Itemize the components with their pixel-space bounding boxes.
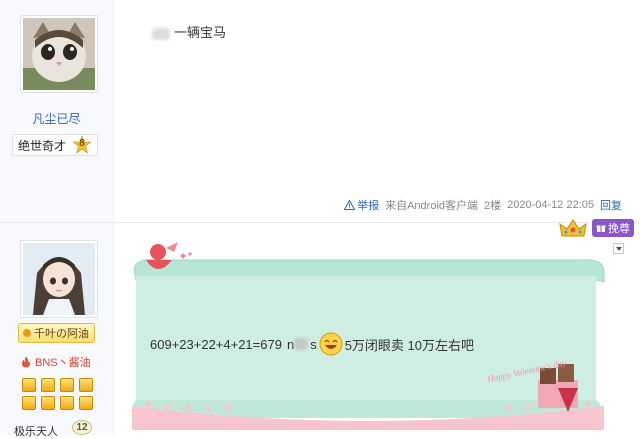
title-badge[interactable]: 绝世奇才 8 [12,134,98,156]
floor-number: 2楼 [484,200,502,212]
next-author-name[interactable]: 极乐天人 [14,423,58,439]
post-meta: 举报 来自Android客户端 2楼 2020-04-12 22:05 回复 [344,197,622,213]
cat-avatar-image [23,18,95,90]
post-content-text: 一辆宝马 [174,25,227,40]
reply-content-partial: n [286,336,295,352]
fan-badge-icon [23,329,31,337]
reply-content-suffix: 5万闭眼卖 10万左右吧 [344,337,474,353]
post-content: 一辆宝马 [152,22,226,41]
vip-button[interactable]: 挽尊 [592,219,634,237]
blurred-text [152,27,170,40]
medal-grid [22,378,93,410]
gift-icon [596,225,606,232]
medal-icon[interactable] [41,378,55,392]
reply-button[interactable]: 回复 [600,197,622,213]
post-divider [0,222,640,223]
report-label: 举报 [357,200,380,212]
dropdown-toggle[interactable] [613,243,624,254]
blurred-text [294,338,309,350]
medal-icon[interactable] [79,396,93,410]
anime-avatar-image [23,243,95,315]
avatar-anime-girl[interactable] [20,240,98,318]
author-name[interactable]: 凡尘已尽 [0,110,113,127]
user-tag-label: BNS丶酱油 [35,357,91,369]
report-button[interactable]: 举报 [344,197,379,213]
reply-content-mid: s [310,336,317,352]
reply-content: 609+23+22+4+21=679 n s 5万闭眼卖 10万左右吧 [150,332,474,356]
medal-icon[interactable] [22,396,36,410]
post-timestamp: 2020-04-12 22:05 [507,199,594,211]
medal-icon[interactable] [60,378,74,392]
reply-content-prefix: 609+23+22+4+21=679 [150,336,282,352]
user-tag[interactable]: BNS丶酱油 [20,354,91,370]
crown-icon [558,218,588,240]
fan-badge[interactable]: 千叶の阿油 [18,323,95,343]
fan-badge-label: 千叶の阿油 [34,328,89,340]
avatar-cat[interactable] [20,15,98,93]
medal-icon[interactable] [60,396,74,410]
warning-icon [344,200,356,210]
client-source: 来自Android客户端 [385,200,479,212]
level-star-icon: 8 [72,135,92,154]
next-author-level: 12 [72,420,92,435]
vip-label: 挽尊 [608,223,630,235]
laughing-emoji-icon [319,332,343,356]
medal-icon[interactable] [79,378,93,392]
flame-icon [22,356,30,368]
title-badge-label: 绝世奇才 [18,138,67,153]
level-number: 8 [79,138,85,149]
medal-icon[interactable] [22,378,36,392]
medal-icon[interactable] [41,396,55,410]
